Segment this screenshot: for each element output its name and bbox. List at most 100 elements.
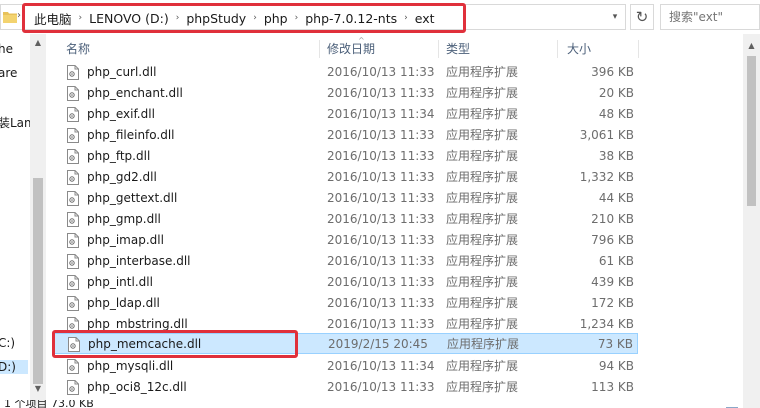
- nav-item-drive-c[interactable]: C:): [0, 336, 15, 350]
- scroll-thumb[interactable]: [747, 56, 756, 206]
- file-list-scrollbar[interactable]: ▲: [743, 34, 760, 408]
- file-size: 796 KB: [591, 233, 634, 247]
- file-date: 2016/10/13 11:33: [327, 254, 435, 268]
- file-name: php_imap.dll: [87, 233, 164, 247]
- scroll-thumb[interactable]: [33, 178, 43, 384]
- refresh-button[interactable]: ↻: [630, 4, 654, 30]
- nav-item[interactable]: he: [0, 42, 13, 56]
- file-size: 396 KB: [591, 65, 634, 79]
- table-row[interactable]: php_ldap.dll 2016/10/13 11:33 应用程序扩展 172 KB: [54, 293, 638, 314]
- file-name: php_curl.dll: [87, 65, 157, 79]
- file-name: php_intl.dll: [87, 275, 153, 289]
- dll-file-icon: [67, 275, 79, 290]
- dll-file-icon: [67, 254, 79, 269]
- column-divider[interactable]: [319, 40, 320, 58]
- column-header-type[interactable]: 类型: [446, 38, 470, 60]
- file-name: php_gettext.dll: [87, 191, 178, 205]
- search-input[interactable]: [661, 5, 759, 29]
- refresh-icon: ↻: [635, 8, 649, 26]
- dll-file-icon: [67, 65, 79, 80]
- file-size: 61 KB: [598, 254, 634, 268]
- file-date: 2016/10/13 11:33: [327, 191, 435, 205]
- file-type: 应用程序扩展: [446, 107, 519, 121]
- file-type: 应用程序扩展: [446, 275, 519, 289]
- file-date: 2016/10/13 11:33: [327, 275, 435, 289]
- file-date: 2016/10/13 11:33: [327, 233, 435, 247]
- column-header-name[interactable]: 名称: [66, 38, 90, 60]
- column-divider[interactable]: [638, 40, 639, 58]
- column-header-size[interactable]: 大小: [567, 38, 591, 60]
- scroll-up-icon[interactable]: ▲: [30, 34, 46, 50]
- file-type: 应用程序扩展: [446, 86, 519, 100]
- file-date: 2016/10/13 11:34: [327, 359, 435, 373]
- table-row[interactable]: php_imap.dll 2016/10/13 11:33 应用程序扩展 796 KB: [54, 230, 638, 251]
- file-name: php_enchant.dll: [87, 86, 183, 100]
- file-date: 2016/10/13 11:33: [327, 317, 435, 331]
- scroll-up-icon[interactable]: ▲: [743, 38, 760, 52]
- file-name: php_ftp.dll: [87, 149, 151, 163]
- file-size: 3,061 KB: [579, 128, 634, 142]
- table-row[interactable]: php_gmp.dll 2016/10/13 11:33 应用程序扩展 210 KB: [54, 209, 638, 230]
- dll-file-icon: [67, 128, 79, 143]
- dll-file-icon: [67, 107, 79, 122]
- table-row[interactable]: php_mysqli.dll 2016/10/13 11:34 应用程序扩展 94 K…: [54, 356, 638, 377]
- file-type: 应用程序扩展: [446, 233, 519, 247]
- file-type: 应用程序扩展: [446, 212, 519, 226]
- file-type: 应用程序扩展: [447, 337, 520, 351]
- file-name: php_mysqli.dll: [87, 359, 174, 373]
- dll-file-icon: [67, 212, 79, 227]
- file-name: php_exif.dll: [87, 107, 155, 121]
- file-date: 2016/10/13 11:33: [327, 296, 435, 310]
- dll-file-icon: [67, 380, 79, 395]
- annotation-highlight-file: [52, 330, 298, 358]
- chevron-right-icon[interactable]: ›: [17, 10, 21, 21]
- nav-scrollbar[interactable]: ▲ ▼: [30, 34, 46, 408]
- column-header-date[interactable]: 修改日期: [327, 38, 375, 60]
- search-box[interactable]: [660, 4, 760, 30]
- column-divider[interactable]: [438, 40, 439, 58]
- file-date: 2016/10/13 11:33: [327, 170, 435, 184]
- file-size: 48 KB: [598, 107, 634, 121]
- file-size: 113 KB: [591, 380, 634, 394]
- file-size: 172 KB: [591, 296, 634, 310]
- file-type: 应用程序扩展: [446, 149, 519, 163]
- file-date: 2016/10/13 11:33: [327, 65, 435, 79]
- file-date: 2016/10/13 11:33: [327, 86, 435, 100]
- status-bar: 1 个项目 73.0 KB: [0, 400, 760, 408]
- table-row[interactable]: php_enchant.dll 2016/10/13 11:33 应用程序扩展 20 …: [54, 83, 638, 104]
- file-date: 2016/10/13 11:33: [327, 380, 435, 394]
- folder-icon: [3, 12, 17, 23]
- file-name: php_ldap.dll: [87, 296, 160, 310]
- file-size: 44 KB: [598, 191, 634, 205]
- file-size: 94 KB: [598, 359, 634, 373]
- dll-file-icon: [67, 359, 79, 374]
- file-size: 20 KB: [598, 86, 634, 100]
- table-row[interactable]: php_ftp.dll 2016/10/13 11:33 应用程序扩展 38 KB: [54, 146, 638, 167]
- file-type: 应用程序扩展: [446, 317, 519, 331]
- file-type: 应用程序扩展: [446, 170, 519, 184]
- nav-item-drive-d[interactable]: D:): [0, 360, 28, 374]
- dll-file-icon: [67, 149, 79, 164]
- file-date: 2016/10/13 11:33: [327, 128, 435, 142]
- dll-file-icon: [67, 296, 79, 311]
- table-row[interactable]: php_exif.dll 2016/10/13 11:34 应用程序扩展 48 KB: [54, 104, 638, 125]
- address-dropdown-button[interactable]: ▾: [605, 5, 625, 29]
- file-name: php_gd2.dll: [87, 170, 157, 184]
- table-row[interactable]: php_gettext.dll 2016/10/13 11:33 应用程序扩展 44 …: [54, 188, 638, 209]
- view-mode-buttons[interactable]: [726, 402, 756, 408]
- table-row[interactable]: php_gd2.dll 2016/10/13 11:33 应用程序扩展 1,332 K…: [54, 167, 638, 188]
- file-size: 1,234 KB: [579, 317, 634, 331]
- file-type: 应用程序扩展: [446, 296, 519, 310]
- file-type: 应用程序扩展: [446, 128, 519, 142]
- dll-file-icon: [67, 170, 79, 185]
- table-row[interactable]: php_oci8_12c.dll 2016/10/13 11:33 应用程序扩展 11…: [54, 377, 638, 398]
- annotation-highlight-address: [22, 3, 466, 33]
- column-divider[interactable]: [557, 40, 558, 58]
- table-row[interactable]: php_interbase.dll 2016/10/13 11:33 应用程序扩展 6…: [54, 251, 638, 272]
- table-row[interactable]: php_curl.dll 2016/10/13 11:33 应用程序扩展 396 KB: [54, 62, 638, 83]
- table-row[interactable]: php_intl.dll 2016/10/13 11:33 应用程序扩展 439 KB: [54, 272, 638, 293]
- table-row[interactable]: php_fileinfo.dll 2016/10/13 11:33 应用程序扩展 3,…: [54, 125, 638, 146]
- nav-item[interactable]: are: [0, 66, 17, 80]
- file-date: 2019/2/15 20:45: [328, 337, 428, 351]
- scroll-down-icon[interactable]: ▼: [30, 380, 46, 396]
